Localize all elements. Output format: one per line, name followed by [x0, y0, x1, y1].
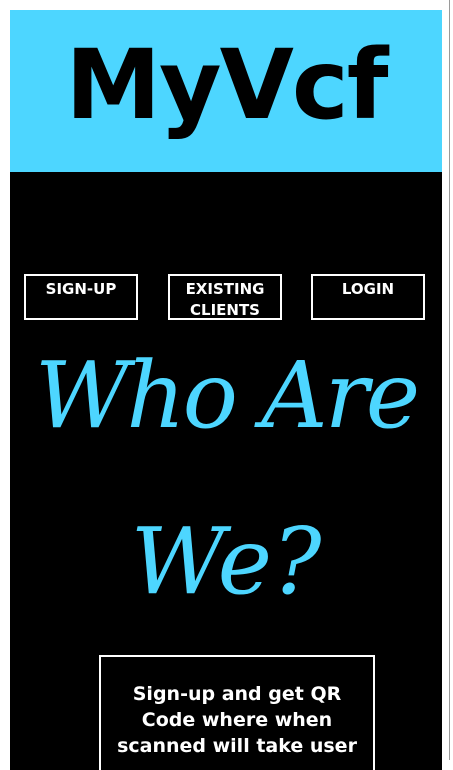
info-box: Sign-up and get QR Code where when scann… — [99, 655, 375, 770]
site-header: MyVcf — [10, 10, 442, 172]
page: MyVcf SIGN-UP EXISTING CLIENTS LOGIN Who… — [10, 10, 442, 770]
main-nav: SIGN-UP EXISTING CLIENTS LOGIN — [10, 274, 442, 324]
existing-clients-button[interactable]: EXISTING CLIENTS — [168, 274, 282, 320]
signup-button[interactable]: SIGN-UP — [24, 274, 138, 320]
brand-logo[interactable]: MyVcf — [65, 37, 388, 133]
hero-heading-line-2: We? — [130, 508, 322, 615]
page-edge-divider — [449, 0, 450, 760]
hero-heading-line-1: Who Are — [34, 342, 420, 449]
login-button[interactable]: LOGIN — [311, 274, 425, 320]
